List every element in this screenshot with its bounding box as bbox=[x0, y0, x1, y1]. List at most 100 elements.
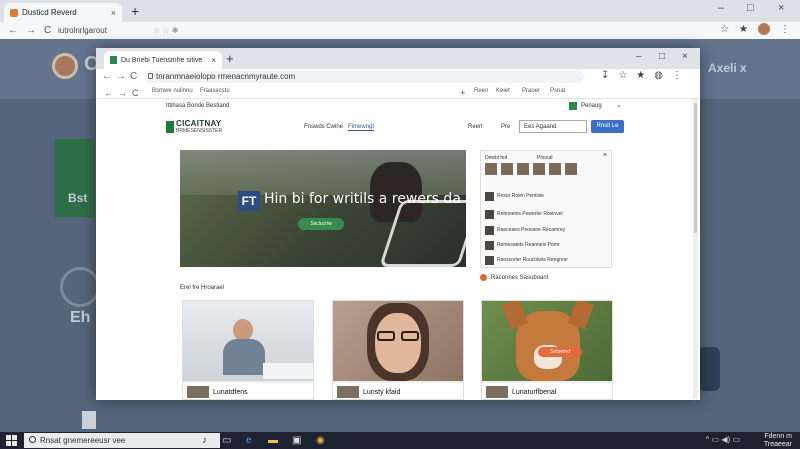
bookmarks-bar: ← → C Bsmwe nulinnu Fraasecstu + Reen Ke… bbox=[96, 85, 700, 99]
clock[interactable]: Fdenn m Treaeear bbox=[764, 433, 792, 449]
maximize-button[interactable]: □ bbox=[747, 2, 754, 14]
menu-icon[interactable]: ⋮ bbox=[672, 70, 682, 81]
address-bar[interactable]: tnranmnaeiolopo rmenacnmyraute.com bbox=[144, 71, 584, 83]
bg-logo-block bbox=[55, 139, 95, 217]
scrollbar[interactable] bbox=[693, 99, 698, 399]
close-tab-icon[interactable]: × bbox=[111, 8, 116, 18]
bookmark-item[interactable]: Praoer bbox=[522, 88, 540, 94]
search-value: Ees Agaand bbox=[524, 124, 557, 130]
menu-icon[interactable]: ⋮ bbox=[780, 24, 790, 35]
sidebar-footer[interactable]: Raconnes Sasuboant bbox=[480, 274, 548, 281]
list-item-text: Raossorier Rouctinsts Rengresr bbox=[497, 257, 568, 263]
list-item[interactable]: Remesaeds Reanneis Pornr bbox=[485, 240, 607, 250]
back-icon[interactable]: ← bbox=[8, 25, 18, 36]
card-image bbox=[183, 301, 313, 381]
search-input[interactable]: Ees Agaand bbox=[519, 120, 587, 133]
article-card[interactable]: Lunatdfens bbox=[182, 300, 314, 400]
sidebar-card: Dewbl fed Pinoud × Resur Rolen Pentivie … bbox=[480, 150, 612, 268]
card-caption[interactable]: Lunaturflbenal bbox=[512, 389, 556, 396]
forward-icon[interactable]: → bbox=[26, 25, 36, 36]
url-text: tnranmnaeiolopo rmenacnmyraute.com bbox=[156, 72, 296, 81]
thumbnail[interactable] bbox=[485, 163, 497, 175]
chrome-icon[interactable]: ◉ bbox=[316, 435, 325, 446]
tab-favicon-icon bbox=[110, 56, 117, 64]
extension-icon[interactable]: ★ bbox=[739, 24, 748, 35]
taskbar: Rnsat gnemereeusr vee ♪ ▭ e ▬ ▣ ◉ ^ ▭ ◀)… bbox=[0, 432, 800, 449]
add-icon[interactable]: + bbox=[460, 88, 465, 98]
list-item-text: Raeceaeo Peoesoe Recamrey bbox=[497, 227, 566, 233]
maximize-button[interactable]: □ bbox=[659, 51, 665, 62]
close-window-button[interactable]: × bbox=[778, 2, 784, 14]
bookmark-item[interactable]: Psnat bbox=[550, 88, 565, 94]
nav-link[interactable]: Reert bbox=[468, 124, 483, 130]
logo-title: CICAITNAY bbox=[176, 119, 222, 128]
card-caption[interactable]: Lunsty kfaid bbox=[363, 389, 400, 396]
outer-address-bar[interactable]: iutrolnrlgarout ☆ ☆ ✱ bbox=[58, 24, 678, 37]
list-item[interactable]: Raossorier Rouctinsts Rengresr bbox=[485, 255, 607, 265]
list-item[interactable]: Raeceaeo Peoesoe Recamrey bbox=[485, 225, 607, 235]
hero-banner[interactable]: FT Hin bi for writils a rewers da Sscluc… bbox=[180, 150, 466, 267]
card-thumbnail bbox=[187, 386, 209, 398]
site-topbar-text[interactable]: Ittihasa Boride Bestiand bbox=[166, 103, 229, 109]
windows-start-icon[interactable] bbox=[6, 435, 17, 446]
avatar[interactable] bbox=[758, 23, 770, 35]
star-icon[interactable]: ☆ bbox=[618, 70, 627, 81]
star-icon[interactable]: ☆ bbox=[720, 24, 729, 35]
account-link[interactable]: Penaug bbox=[581, 103, 602, 109]
chevron-down-icon[interactable]: ⌄ bbox=[616, 101, 622, 109]
file-explorer-icon[interactable]: ▬ bbox=[268, 435, 278, 446]
hero-title: Hin bi for writils a rewers da bbox=[264, 191, 461, 207]
hero-cta-button[interactable]: Ssclucriw bbox=[298, 218, 344, 230]
site-logo[interactable]: CICAITNAY BRMESENSISSTER bbox=[166, 119, 238, 135]
sidebar-header: Dewbl fed bbox=[485, 155, 508, 161]
active-tab[interactable]: Du Bnebi Tuensmhe sitive × bbox=[104, 51, 222, 69]
bookmark-item[interactable]: Fraasecstu bbox=[200, 88, 230, 94]
nav-link[interactable]: Fimewngt bbox=[348, 124, 375, 131]
submit-button[interactable]: Rnstl Le bbox=[591, 120, 624, 133]
card-caption[interactable]: Lunatdfens bbox=[213, 389, 248, 396]
new-tab-button[interactable]: + bbox=[226, 51, 234, 66]
edge-icon[interactable]: e bbox=[246, 435, 252, 446]
list-item-text: Rebneenis Pewerler Rosinvel bbox=[497, 211, 563, 217]
thumbnail[interactable] bbox=[517, 163, 529, 175]
tab-bar: Du Bnebi Tuensmhe sitive × + – □ × bbox=[96, 48, 700, 69]
list-thumb bbox=[485, 255, 494, 265]
card-overlay-badge[interactable]: Setbetnd bbox=[538, 347, 582, 357]
article-card[interactable]: Setbetnd Lunaturflbenal bbox=[481, 300, 613, 400]
system-tray-icons[interactable]: ^ ▭ ◀) ▭ bbox=[706, 435, 740, 444]
article-card[interactable]: Lunsty kfaid bbox=[332, 300, 464, 400]
forward-icon[interactable]: → bbox=[116, 71, 126, 82]
bg-avatar bbox=[52, 53, 78, 79]
card-caption-bar: Lunaturflbenal bbox=[482, 383, 612, 399]
close-window-button[interactable]: × bbox=[682, 51, 688, 62]
scrollbar-thumb[interactable] bbox=[694, 103, 697, 233]
bookmark-item[interactable]: Bsmwe nulinnu bbox=[152, 88, 193, 94]
puzzle-icon[interactable]: ◍ bbox=[654, 70, 663, 81]
task-view-icon[interactable]: ▭ bbox=[222, 435, 231, 446]
reload-icon[interactable]: C bbox=[130, 71, 137, 82]
thumbnail[interactable] bbox=[565, 163, 577, 175]
list-item[interactable]: Rebneenis Pewerler Rosinvel bbox=[485, 209, 607, 219]
outer-tab[interactable]: Dusticd Reverd × bbox=[4, 3, 122, 22]
nav-link[interactable]: Fnswds Cwine bbox=[304, 124, 343, 130]
download-icon[interactable]: ↧ bbox=[601, 70, 609, 81]
minimize-button[interactable]: – bbox=[636, 51, 642, 62]
close-tab-icon[interactable]: × bbox=[211, 56, 216, 65]
back-icon[interactable]: ← bbox=[102, 71, 112, 82]
store-icon[interactable]: ▣ bbox=[292, 435, 301, 446]
reload-icon[interactable]: C bbox=[44, 25, 51, 36]
new-tab-button[interactable]: + bbox=[131, 3, 139, 19]
thumbnail[interactable] bbox=[549, 163, 561, 175]
list-item[interactable]: Resur Rolen Pentivie bbox=[485, 191, 607, 201]
bookmark-star-icon[interactable]: ★ bbox=[636, 70, 645, 81]
minimize-button[interactable]: – bbox=[718, 2, 724, 14]
bg-text: Axeli x bbox=[708, 61, 747, 75]
lock-icon bbox=[148, 73, 153, 79]
bookmark-item[interactable]: Keiet bbox=[496, 88, 510, 94]
thumbnail[interactable] bbox=[501, 163, 513, 175]
thumbnail[interactable] bbox=[533, 163, 545, 175]
bookmark-item[interactable]: Reen bbox=[474, 88, 488, 94]
taskbar-search-input[interactable]: Rnsat gnemereeusr vee bbox=[24, 433, 220, 448]
microphone-icon[interactable]: ♪ bbox=[202, 435, 207, 446]
close-icon[interactable]: × bbox=[603, 152, 607, 159]
